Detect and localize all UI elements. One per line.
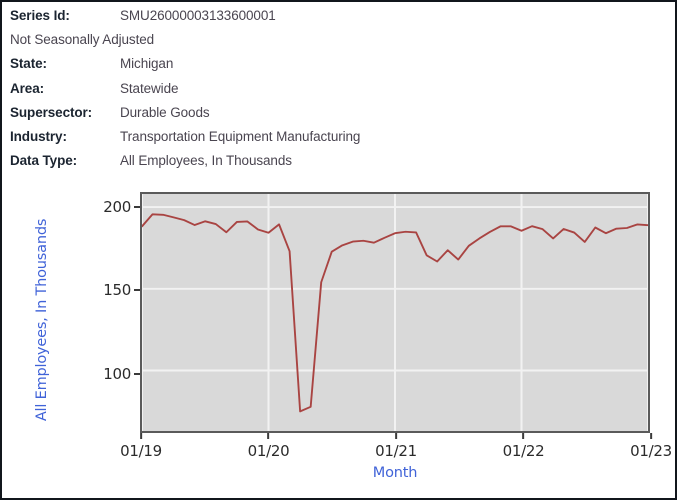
x-axis-tick-mark	[649, 433, 652, 439]
y-axis: 100 150 200	[2, 192, 140, 433]
metadata-value-state: Michigan	[120, 56, 174, 72]
y-axis-tick: 100	[103, 365, 140, 383]
x-axis-tick-label: 01/22	[502, 442, 545, 460]
metadata-row-state: State: Michigan	[10, 56, 650, 80]
x-axis-tick-mark	[394, 433, 397, 439]
y-axis-tick-label: 100	[103, 364, 131, 383]
plot-area	[140, 192, 650, 433]
metadata-row-supersector: Supersector: Durable Goods	[10, 105, 650, 129]
plot-svg	[142, 194, 648, 431]
metadata-value-data-type: All Employees, In Thousands	[120, 153, 292, 169]
y-axis-tick: 200	[103, 198, 140, 216]
metadata-label-industry: Industry:	[10, 128, 67, 144]
x-axis-title: Month	[372, 465, 418, 481]
metadata-value-adjustment: Not Seasonally Adjusted	[10, 32, 155, 48]
x-axis-tick-mark	[267, 433, 270, 439]
metadata-row-data-type: Data Type: All Employees, In Thousands	[10, 153, 650, 177]
y-axis-tick: 150	[103, 281, 140, 299]
x-axis-tick: 01/19	[120, 433, 162, 461]
x-axis-tick-mark	[139, 433, 142, 439]
x-axis-tick-label: 01/23	[630, 442, 672, 460]
employment-line-chart: 100 150 200 All Employees, In Thousands 01…	[2, 182, 675, 498]
metadata-row-adjustment: Not Seasonally Adjusted	[10, 32, 650, 56]
metadata-label-supersector: Supersector:	[10, 104, 93, 120]
metadata-label-data-type: Data Type:	[10, 153, 78, 169]
x-axis-tick-label: 01/20	[247, 442, 290, 460]
x-axis-tick-label: 01/21	[375, 442, 417, 460]
x-axis-tick: 01/22	[503, 433, 545, 461]
metadata-label-state: State:	[10, 56, 47, 72]
series-metadata: Series Id: SMU26000003133600001 Not Seas…	[10, 8, 650, 177]
x-axis-tick: 01/20	[248, 433, 290, 461]
y-axis-title: All Employees, In Thousands	[34, 218, 50, 422]
metadata-label-area: Area:	[10, 80, 45, 96]
y-axis-tick-label: 150	[103, 281, 131, 300]
metadata-value-area: Statewide	[120, 80, 179, 96]
x-axis: 01/19 01/20 01/21 01/22 01/23	[120, 433, 672, 461]
metadata-value-supersector: Durable Goods	[120, 104, 210, 120]
metadata-value-industry: Transportation Equipment Manufacturing	[120, 128, 361, 144]
metadata-value-series-id: SMU26000003133600001	[120, 8, 276, 23]
metadata-row-series-id: Series Id: SMU26000003133600001	[10, 8, 650, 32]
x-axis-tick: 01/21	[375, 433, 417, 461]
metadata-row-industry: Industry: Transportation Equipment Manuf…	[10, 129, 650, 153]
y-axis-tick-label: 200	[103, 198, 131, 217]
x-axis-tick: 01/23	[630, 433, 672, 461]
x-axis-tick-mark	[522, 433, 525, 439]
series-report-panel: Series Id: SMU26000003133600001 Not Seas…	[0, 0, 677, 500]
metadata-label-series-id: Series Id:	[10, 8, 70, 23]
x-axis-tick-label: 01/19	[120, 442, 162, 460]
metadata-row-area: Area: Statewide	[10, 81, 650, 105]
